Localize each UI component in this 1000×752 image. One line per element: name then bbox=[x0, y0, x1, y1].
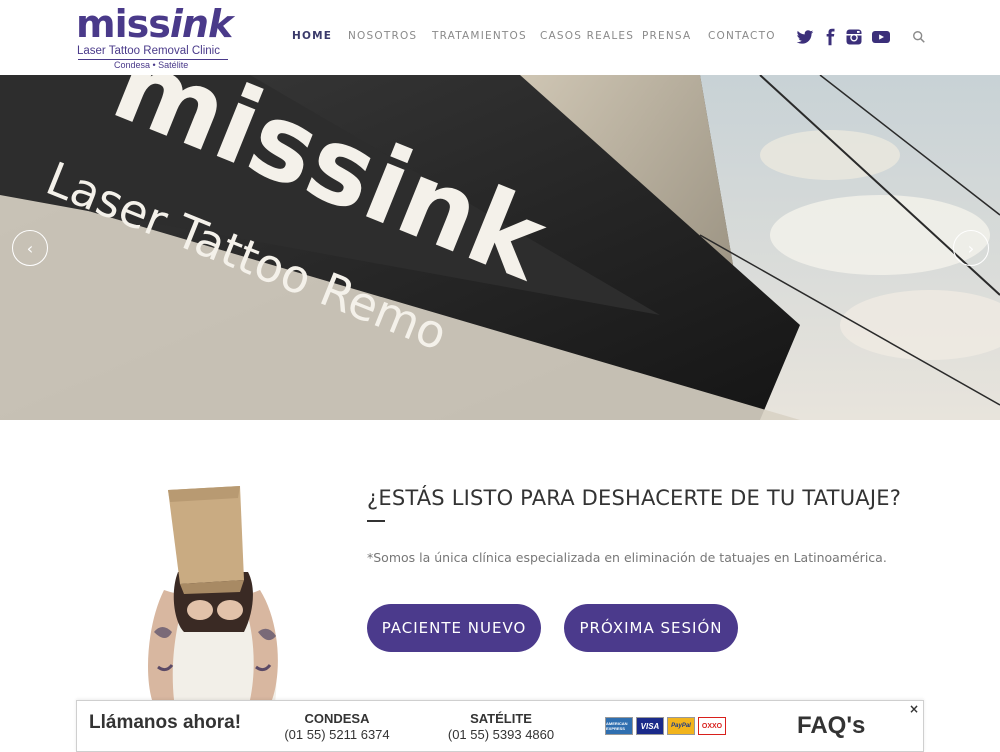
search-icon[interactable] bbox=[912, 30, 926, 44]
page-heading: ¿ESTÁS LISTO PARA DESHACERTE DE TU TATUA… bbox=[367, 486, 902, 510]
logo-subtitle: Laser Tattoo Removal Clinic bbox=[77, 45, 220, 57]
facebook-icon[interactable] bbox=[821, 28, 839, 46]
logo-wordmark: missink bbox=[76, 2, 233, 46]
heading-divider bbox=[367, 520, 385, 522]
visa-card-icon: VISA bbox=[636, 717, 664, 735]
slider-next-button[interactable]: › bbox=[953, 230, 989, 266]
proxima-sesion-button[interactable]: PRÓXIMA SESIÓN bbox=[564, 604, 738, 652]
paypal-icon: PayPal bbox=[667, 717, 695, 735]
branch-phone[interactable]: (01 55) 5393 4860 bbox=[441, 727, 561, 742]
site-logo[interactable]: missink Laser Tattoo Removal Clinic Cond… bbox=[76, 4, 236, 72]
logo-locations: Condesa • Satélite bbox=[114, 60, 189, 70]
page-subtext: *Somos la única clínica especializada en… bbox=[367, 550, 887, 565]
hero-slider: missink Laser Tattoo Remo ‹ › bbox=[0, 75, 1000, 420]
nav-item-casos-reales[interactable]: CASOS REALES bbox=[540, 30, 634, 42]
amex-card-icon: AMERICAN EXPRESS bbox=[605, 717, 633, 735]
nav-item-prensa[interactable]: PRENSA bbox=[642, 30, 691, 42]
instagram-icon[interactable] bbox=[845, 28, 863, 46]
site-header: missink Laser Tattoo Removal Clinic Cond… bbox=[0, 0, 1000, 75]
call-now-title: Llámanos ahora! bbox=[89, 712, 242, 733]
nav-item-nosotros[interactable]: NOSOTROS bbox=[348, 30, 417, 42]
faqs-link[interactable]: FAQ's bbox=[797, 712, 865, 740]
oxxo-icon: OXXO bbox=[698, 717, 726, 735]
twitter-icon[interactable] bbox=[796, 28, 814, 46]
call-bar: Llámanos ahora! CONDESA (01 55) 5211 637… bbox=[76, 700, 924, 752]
branch-name: SATÉLITE bbox=[470, 711, 532, 726]
nav-item-home[interactable]: HOME bbox=[292, 30, 332, 42]
paciente-nuevo-button[interactable]: PACIENTE NUEVO bbox=[367, 604, 541, 652]
slider-prev-button[interactable]: ‹ bbox=[12, 230, 48, 266]
nav-item-tratamientos[interactable]: TRATAMIENTOS bbox=[432, 30, 527, 42]
branch-satelite[interactable]: SATÉLITE (01 55) 5393 4860 bbox=[441, 711, 561, 742]
nav-item-contacto[interactable]: CONTACTO bbox=[708, 30, 776, 42]
branch-phone[interactable]: (01 55) 5211 6374 bbox=[277, 727, 397, 742]
hero-image: missink Laser Tattoo Remo bbox=[0, 75, 1000, 420]
branch-name: CONDESA bbox=[304, 711, 370, 726]
paper-bag-person-image bbox=[148, 486, 278, 702]
close-icon[interactable]: × bbox=[909, 702, 919, 716]
branch-condesa[interactable]: CONDESA (01 55) 5211 6374 bbox=[277, 711, 397, 742]
youtube-icon[interactable] bbox=[871, 28, 891, 46]
